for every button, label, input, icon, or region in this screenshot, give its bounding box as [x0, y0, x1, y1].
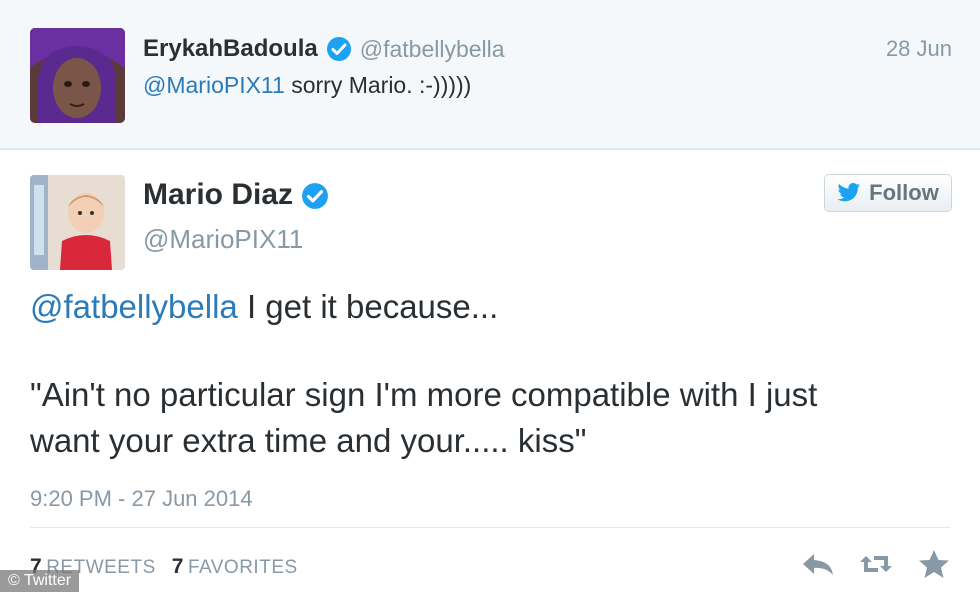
favorites-stat[interactable]: 7 FAVORITES	[172, 555, 298, 579]
tweet-text-line: @fatbellybella I get it because...	[30, 284, 950, 330]
reply-screen-name[interactable]: @fatbellybella	[360, 36, 505, 63]
reply-text: @MarioPIX11 sorry Mario. :-)))))	[143, 72, 471, 99]
reply-date[interactable]: 28 Jun	[886, 36, 952, 62]
twitter-bird-icon	[837, 183, 861, 202]
reply-icon[interactable]	[800, 548, 836, 580]
tweet-mention-link[interactable]: @fatbellybella	[30, 288, 238, 325]
follow-label: Follow	[869, 180, 939, 205]
tweet-text-line: want your extra time and your..... kiss"	[30, 422, 587, 459]
avatar[interactable]	[30, 28, 125, 123]
main-tweet: Mario Diaz @MarioPIX11 Follow @fatbellyb…	[0, 150, 980, 592]
favorites-count: 7	[171, 555, 184, 578]
favorite-icon[interactable]	[916, 548, 952, 580]
image-credit: © Twitter	[0, 570, 80, 592]
tweet-text-segment: I get it because...	[237, 288, 499, 325]
tweet-text-line: "Ain't no particular sign I'm more compa…	[30, 376, 818, 413]
follow-button[interactable]: Follow	[824, 174, 952, 212]
main-fullname[interactable]: Mario Diaz	[143, 178, 293, 212]
verified-badge-icon	[301, 182, 328, 209]
reply-fullname[interactable]: ErykahBadoula	[143, 35, 318, 63]
reply-text-body: sorry Mario. :-)))))	[284, 72, 472, 98]
tweet-actions	[800, 548, 952, 580]
main-name-row: Mario Diaz	[143, 178, 328, 212]
retweet-icon[interactable]	[858, 548, 894, 580]
reply-name-row: ErykahBadoula @fatbellybella	[143, 32, 505, 66]
verified-badge-icon	[326, 36, 352, 62]
divider	[30, 527, 950, 528]
tweet-text: @fatbellybella I get it because... "Ain'…	[30, 284, 950, 464]
reply-mention-link[interactable]: @MarioPIX11	[143, 72, 285, 98]
reply-tweet: ErykahBadoula @fatbellybella @MarioPIX11…	[0, 0, 980, 150]
tweet-timestamp[interactable]: 9:20 PM - 27 Jun 2014	[30, 486, 253, 512]
favorites-label: FAVORITES	[187, 557, 298, 578]
avatar[interactable]	[30, 175, 125, 270]
main-screen-name[interactable]: @MarioPIX11	[143, 224, 303, 255]
